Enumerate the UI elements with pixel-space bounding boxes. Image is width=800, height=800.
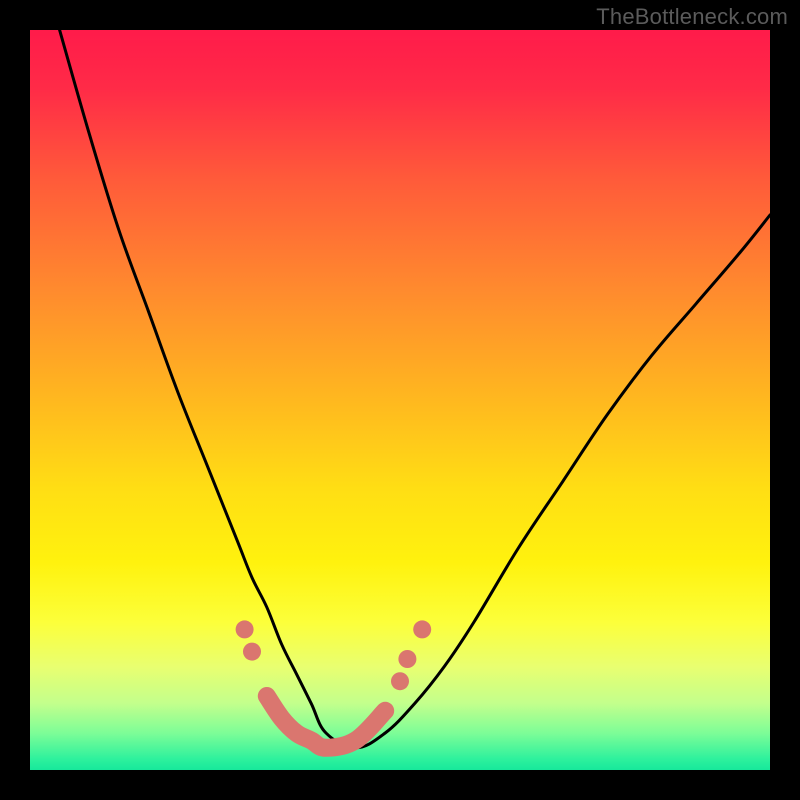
highlight-segment <box>267 696 385 748</box>
highlight-dots <box>236 620 432 690</box>
highlight-dot <box>391 672 409 690</box>
plot-area <box>30 30 770 770</box>
highlight-dot <box>398 650 416 668</box>
watermark-text: TheBottleneck.com <box>596 4 788 30</box>
chart-frame: TheBottleneck.com <box>0 0 800 800</box>
curve-layer <box>30 30 770 770</box>
highlight-dot <box>236 620 254 638</box>
highlight-dot <box>413 620 431 638</box>
highlight-dot <box>243 643 261 661</box>
main-curve <box>60 30 770 748</box>
